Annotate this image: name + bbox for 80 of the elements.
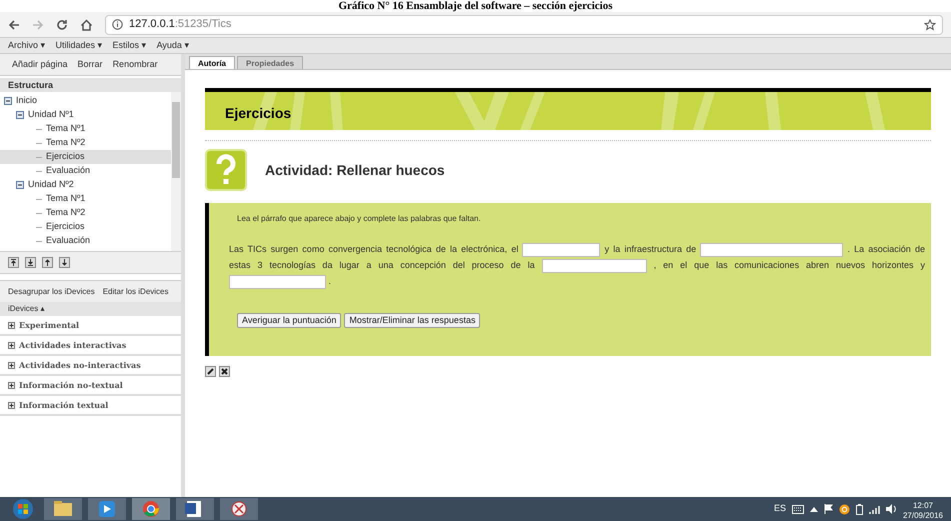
menu-item[interactable]: Utilidades ▾ xyxy=(56,38,103,52)
category-item[interactable]: Experimental xyxy=(19,319,80,331)
move-top-button[interactable] xyxy=(8,257,19,268)
collapse-icon[interactable] xyxy=(16,111,24,119)
tree-item[interactable]: Tema Nº1 xyxy=(46,122,86,136)
tree-item[interactable]: Evaluación xyxy=(46,234,90,248)
panel-header[interactable]: iDevices ▴ xyxy=(0,302,181,316)
info-icon xyxy=(112,19,123,30)
move-down-button[interactable] xyxy=(59,257,70,268)
expand-icon[interactable] xyxy=(8,342,15,348)
clock-time[interactable]: 12:07 xyxy=(912,501,933,511)
toolbar-link[interactable]: Desagrupar los iDevices xyxy=(8,286,95,298)
bookmark-star-icon[interactable] xyxy=(924,18,936,30)
page-title: Ejercicios xyxy=(225,104,292,123)
category-item[interactable]: Información textual xyxy=(19,399,108,411)
exercise-text: Las TICs surgen como convergencia tecnológica de la electrónica, el xyxy=(229,244,518,254)
chrome-icon[interactable] xyxy=(132,498,170,520)
instruction-text: Lea el párrafo que aparece abajo y complete las palabras que faltan. xyxy=(236,213,482,225)
battery-icon[interactable] xyxy=(856,504,863,514)
signal-icon[interactable] xyxy=(868,504,880,514)
address-bar[interactable]: 127.0.0.1:51235/Tics xyxy=(105,14,943,34)
tree-item[interactable]: Tema Nº2 xyxy=(46,206,86,220)
edit-icon[interactable] xyxy=(205,366,216,377)
tree-item[interactable]: Ejercicios xyxy=(46,220,85,234)
toolbar-link[interactable]: Añadir página xyxy=(12,58,68,72)
ring-icon[interactable] xyxy=(838,504,850,514)
blank-field[interactable] xyxy=(522,242,600,257)
category-item[interactable]: Actividades no-interactivas xyxy=(19,359,141,371)
menu-item[interactable]: Archivo ▾ xyxy=(8,38,46,52)
exercise-text: . La asociación de xyxy=(847,244,925,254)
tree-item[interactable]: Unidad Nº2 xyxy=(28,178,74,192)
clock-date[interactable]: 27/09/2016 xyxy=(902,511,943,521)
move-bottom-button[interactable] xyxy=(25,257,36,268)
exercise-text: . xyxy=(328,276,332,286)
speaker-icon[interactable] xyxy=(886,504,897,514)
panel-header: Estructura xyxy=(0,78,181,92)
collapse-icon[interactable] xyxy=(16,181,24,189)
tree-item[interactable]: Inicio xyxy=(16,94,38,108)
language-indicator[interactable]: ES xyxy=(774,502,786,516)
reload-icon[interactable] xyxy=(56,18,68,30)
expand-icon[interactable] xyxy=(8,322,15,328)
activity-title: Actividad: Rellenar huecos xyxy=(265,160,445,180)
category-item[interactable]: Información no-textual xyxy=(19,379,123,391)
move-up-button[interactable] xyxy=(42,257,53,268)
toolbar-link[interactable]: Renombrar xyxy=(112,58,158,72)
toolbar-link[interactable]: Borrar xyxy=(78,58,103,72)
category-item[interactable]: Actividades interactivas xyxy=(19,339,126,351)
expand-icon[interactable] xyxy=(8,382,15,388)
exercise-text: estas 3 tecnologías da lugar a una concepción del proceso de la xyxy=(229,260,535,270)
tree-item[interactable]: Tema Nº1 xyxy=(46,192,86,206)
exercise-text: y la infraestructura de xyxy=(604,244,696,254)
menu-item[interactable]: Ayuda ▾ xyxy=(156,38,190,52)
tree-item[interactable]: Unidad Nº1 xyxy=(28,108,74,122)
collapse-icon[interactable] xyxy=(4,97,12,105)
tab[interactable]: Autoría xyxy=(189,56,235,69)
blank-field[interactable] xyxy=(542,258,647,273)
folder-icon[interactable] xyxy=(44,498,82,520)
url-text: 127.0.0.1:51235/Tics xyxy=(129,17,232,32)
action-button[interactable]: Averiguar la puntuación xyxy=(237,313,342,328)
blank-field[interactable] xyxy=(229,274,326,289)
back-icon[interactable] xyxy=(8,18,20,30)
media-player-icon[interactable] xyxy=(88,498,126,520)
tree-item[interactable]: Tema Nº2 xyxy=(46,136,86,150)
toolbar-link[interactable]: Editar los iDevices xyxy=(102,286,169,298)
blank-field[interactable] xyxy=(700,242,844,257)
keyboard-icon[interactable] xyxy=(792,504,804,514)
tree-item[interactable]: Evaluación xyxy=(46,164,90,178)
home-icon[interactable] xyxy=(80,18,93,30)
flag-icon[interactable] xyxy=(824,504,833,514)
scrollbar[interactable] xyxy=(171,92,181,251)
action-button[interactable]: Mostrar/Eliminar las respuestas xyxy=(344,313,480,328)
menu-item[interactable]: Estilos ▾ xyxy=(112,38,147,52)
tab[interactable]: Propiedades xyxy=(237,56,304,69)
expand-icon[interactable] xyxy=(8,402,15,408)
question-mark-icon xyxy=(205,149,247,191)
expand-icon[interactable] xyxy=(8,362,15,368)
delete-icon[interactable] xyxy=(219,366,230,377)
exercise-text: , en el que las comunicaciones abren nuevos horizontes y xyxy=(654,260,925,270)
tray-arrow-icon[interactable] xyxy=(810,506,818,512)
figure-caption: Gráfico N° 16 Ensamblaje del software – sección ejercicios xyxy=(338,0,613,12)
